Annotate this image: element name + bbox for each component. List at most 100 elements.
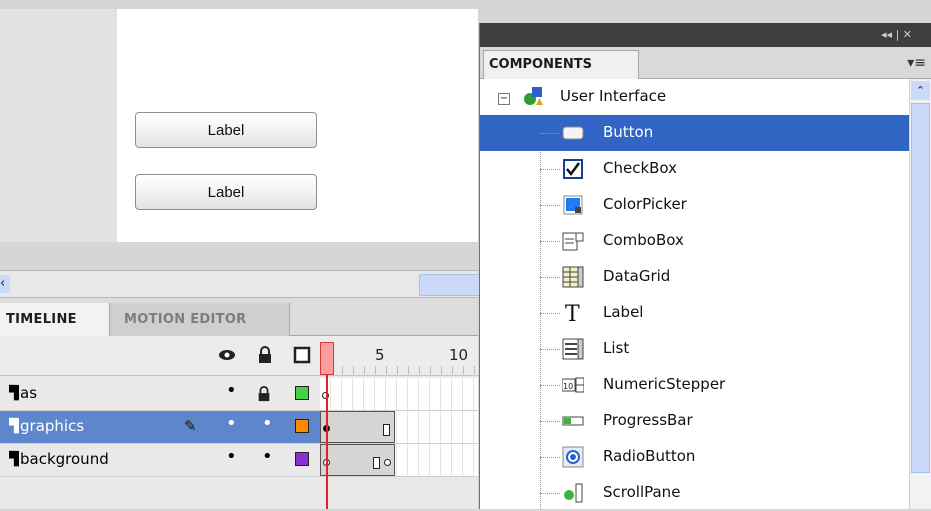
visibility-dot[interactable]: • xyxy=(226,413,237,434)
tree-item-radiobutton[interactable]: RadioButton xyxy=(480,439,910,475)
frame-ruler[interactable] xyxy=(320,366,478,374)
components-tree: − User Interface Button CheckBox ColorPi… xyxy=(480,79,910,509)
collapse-close-icon[interactable]: ◂◂ | ✕ xyxy=(881,28,912,41)
list-component-icon xyxy=(562,338,584,360)
keyframe-span[interactable] xyxy=(320,444,395,476)
scrollbar-thumb[interactable] xyxy=(911,103,930,473)
tree-connector xyxy=(540,493,560,494)
stage-button-2-label: Label xyxy=(207,183,245,201)
layer-name[interactable]: background xyxy=(20,450,109,468)
stage-offscreen-area xyxy=(0,9,117,242)
tree-connector xyxy=(540,277,560,278)
layer-frames[interactable] xyxy=(320,411,478,443)
radiobutton-component-icon xyxy=(562,446,584,468)
scroll-left-arrow-icon[interactable]: ‹ xyxy=(0,275,10,293)
outline-icon[interactable] xyxy=(293,346,311,364)
lock-icon[interactable] xyxy=(256,346,274,364)
tree-item-button[interactable]: Button xyxy=(480,115,910,151)
tree-item-label: List xyxy=(603,339,630,357)
tab-components[interactable]: COMPONENTS xyxy=(483,50,639,79)
tree-item-label: Label xyxy=(603,303,644,321)
layer-row-as[interactable]: ▝▌ as • xyxy=(0,378,478,411)
tree-item-label: ColorPicker xyxy=(603,195,687,213)
scroll-up-arrow-icon[interactable]: ⌃ xyxy=(911,81,930,100)
svg-text:T: T xyxy=(565,302,580,324)
tree-root-label: User Interface xyxy=(560,87,667,105)
collapse-toggle-icon[interactable]: − xyxy=(498,93,510,105)
numericstepper-component-icon: 10 xyxy=(562,377,584,393)
panel-titlebar[interactable]: ◂◂ | ✕ xyxy=(480,23,931,47)
components-panel: ◂◂ | ✕ COMPONENTS ▾≡ − User Interface Bu… xyxy=(479,23,931,509)
panel-menu-icon[interactable]: ▾≡ xyxy=(907,55,926,71)
lock-dot[interactable]: • xyxy=(262,413,273,434)
tree-item-label: CheckBox xyxy=(603,159,678,177)
keyframe-span[interactable] xyxy=(320,411,395,443)
tree-item-label: DataGrid xyxy=(603,267,671,285)
tree-connector xyxy=(540,385,560,386)
frame-number-5: 5 xyxy=(375,346,385,364)
playhead-handle[interactable] xyxy=(320,342,334,375)
stage-button-1-label: Label xyxy=(207,121,245,139)
stage-button-1[interactable]: Label xyxy=(135,112,317,148)
frame-end-icon[interactable] xyxy=(373,457,380,469)
tree-item-label[interactable]: T Label xyxy=(480,295,910,331)
timeline-panel: 1 5 10 ▝▌ as • ▝▌ graphics ✎ • • ▝▌ xyxy=(0,336,478,509)
tree-connector xyxy=(540,169,560,170)
tab-timeline[interactable]: TIMELINE xyxy=(0,303,110,336)
tab-motion-editor[interactable]: MOTION EDITOR xyxy=(110,303,290,336)
tree-item-label: ProgressBar xyxy=(603,411,693,429)
layer-frames[interactable] xyxy=(320,378,478,410)
scrollpane-component-icon xyxy=(564,483,583,503)
visibility-dot[interactable]: • xyxy=(226,380,237,401)
visibility-dot[interactable]: • xyxy=(226,446,237,467)
tree-connector xyxy=(540,133,560,134)
tab-motion-editor-label: MOTION EDITOR xyxy=(124,312,247,327)
tree-connector xyxy=(540,457,560,458)
colorpicker-component-icon xyxy=(563,195,583,215)
layer-lock-icon[interactable] xyxy=(256,386,272,402)
checkbox-component-icon xyxy=(563,159,583,179)
components-folder-icon xyxy=(524,87,543,105)
tree-item-label: ComboBox xyxy=(603,231,684,249)
progressbar-component-icon xyxy=(562,416,584,426)
layer-color-swatch[interactable] xyxy=(295,452,309,466)
tree-item-checkbox[interactable]: CheckBox xyxy=(480,151,910,187)
components-vertical-scrollbar[interactable]: ⌃ xyxy=(909,79,931,509)
keyframe-empty-icon[interactable] xyxy=(384,459,391,466)
eye-icon[interactable] xyxy=(218,346,236,364)
stage-button-2[interactable]: Label xyxy=(135,174,317,210)
tree-item-list[interactable]: List xyxy=(480,331,910,367)
frame-number-10: 10 xyxy=(449,346,469,364)
tree-item-numericstepper[interactable]: 10 NumericStepper xyxy=(480,367,910,403)
layer-name[interactable]: as xyxy=(20,384,37,402)
panel-tabbar: COMPONENTS ▾≡ xyxy=(480,47,931,79)
datagrid-component-icon xyxy=(562,266,584,288)
tree-root-user-interface[interactable]: − User Interface xyxy=(480,79,910,115)
tree-item-colorpicker[interactable]: ColorPicker xyxy=(480,187,910,223)
layer-row-graphics[interactable]: ▝▌ graphics ✎ • • xyxy=(0,411,478,444)
frame-end-icon[interactable] xyxy=(383,424,390,436)
playhead-line xyxy=(326,375,328,509)
tree-item-progressbar[interactable]: ProgressBar xyxy=(480,403,910,439)
layer-row-background[interactable]: ▝▌ background • • xyxy=(0,444,478,477)
combobox-component-icon xyxy=(562,232,584,251)
timeline-header: 1 5 10 xyxy=(0,336,478,376)
tree-connector xyxy=(540,421,560,422)
tree-item-combobox[interactable]: ComboBox xyxy=(480,223,910,259)
layer-name[interactable]: graphics xyxy=(20,417,84,435)
tree-item-label: Button xyxy=(603,123,654,141)
tree-connector xyxy=(540,241,560,242)
tree-connector xyxy=(540,349,560,350)
pencil-icon: ✎ xyxy=(184,417,197,435)
layer-frames[interactable] xyxy=(320,444,478,476)
tree-item-datagrid[interactable]: DataGrid xyxy=(480,259,910,295)
svg-text:10: 10 xyxy=(563,382,573,391)
layer-color-swatch[interactable] xyxy=(295,386,309,400)
layer-color-swatch[interactable] xyxy=(295,419,309,433)
stage-horizontal-scrollbar[interactable]: ‹ xyxy=(0,270,491,298)
label-component-icon: T xyxy=(565,302,580,324)
lock-dot[interactable]: • xyxy=(262,446,273,467)
timeline-tabbar: TIMELINE MOTION EDITOR xyxy=(0,298,478,336)
tree-item-scrollpane[interactable]: ScrollPane xyxy=(480,475,910,511)
tree-item-label: RadioButton xyxy=(603,447,696,465)
